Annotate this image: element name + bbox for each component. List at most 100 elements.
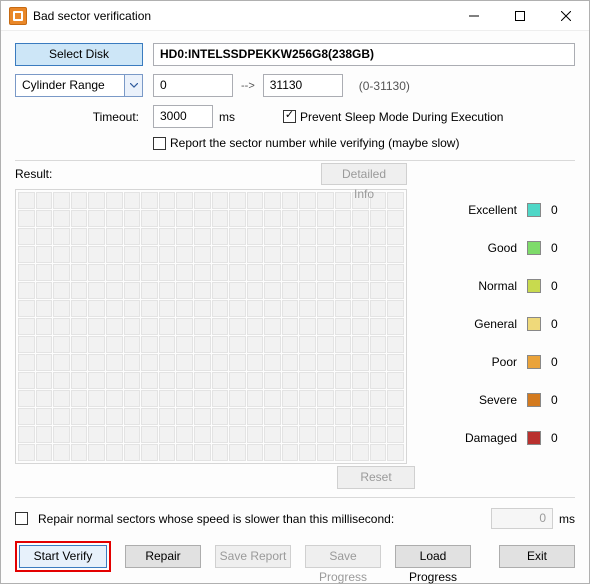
sector-cell bbox=[212, 246, 229, 263]
repair-threshold-unit: ms bbox=[559, 512, 575, 526]
sector-cell bbox=[247, 444, 264, 461]
legend-swatch bbox=[527, 431, 541, 445]
legend-count: 0 bbox=[551, 203, 569, 217]
sector-cell bbox=[335, 426, 352, 443]
legend-label: Normal bbox=[478, 279, 517, 293]
sector-cell bbox=[159, 282, 176, 299]
legend-swatch bbox=[527, 203, 541, 217]
range-from-input[interactable]: 0 bbox=[153, 74, 233, 97]
legend-swatch bbox=[527, 355, 541, 369]
sector-cell bbox=[282, 444, 299, 461]
sector-cell bbox=[387, 228, 404, 245]
start-verify-button[interactable]: Start Verify bbox=[19, 545, 107, 568]
repair-button[interactable]: Repair bbox=[125, 545, 201, 568]
sector-cell bbox=[71, 192, 88, 209]
sector-cell bbox=[141, 390, 158, 407]
maximize-button[interactable] bbox=[497, 1, 543, 31]
sector-cell bbox=[36, 390, 53, 407]
sector-cell bbox=[264, 210, 281, 227]
sector-cell bbox=[212, 354, 229, 371]
repair-threshold-checkbox[interactable] bbox=[15, 512, 28, 525]
load-progress-button[interactable]: Load Progress bbox=[395, 545, 471, 568]
range-mode-label: Cylinder Range bbox=[16, 75, 124, 96]
selected-disk-field[interactable]: HD0:INTELSSDPEKKW256G8(238GB) bbox=[153, 43, 575, 66]
minimize-button[interactable] bbox=[451, 1, 497, 31]
sector-cell bbox=[247, 426, 264, 443]
legend-count: 0 bbox=[551, 241, 569, 255]
sector-cell bbox=[53, 408, 70, 425]
sector-cell bbox=[194, 426, 211, 443]
exit-button[interactable]: Exit bbox=[499, 545, 575, 568]
sector-cell bbox=[36, 426, 53, 443]
sector-cell bbox=[159, 264, 176, 281]
sector-cell bbox=[124, 408, 141, 425]
sector-cell bbox=[282, 300, 299, 317]
sector-cell bbox=[18, 246, 35, 263]
sector-cell bbox=[106, 300, 123, 317]
sector-cell bbox=[264, 282, 281, 299]
sector-cell bbox=[141, 282, 158, 299]
sector-cell bbox=[317, 300, 334, 317]
close-button[interactable] bbox=[543, 1, 589, 31]
sector-cell bbox=[299, 336, 316, 353]
sector-cell bbox=[299, 426, 316, 443]
sector-cell bbox=[387, 300, 404, 317]
sector-cell bbox=[53, 246, 70, 263]
sector-cell bbox=[141, 354, 158, 371]
timeout-row: Timeout: 3000 ms Prevent Sleep Mode Duri… bbox=[15, 105, 575, 128]
sector-cell bbox=[299, 444, 316, 461]
sector-cell bbox=[299, 228, 316, 245]
footer-buttons: Start Verify Repair Save Report Save Pro… bbox=[15, 541, 575, 572]
sector-cell bbox=[299, 246, 316, 263]
sector-cell bbox=[159, 210, 176, 227]
range-to-input[interactable]: 31130 bbox=[263, 74, 343, 97]
select-disk-button[interactable]: Select Disk bbox=[15, 43, 143, 66]
sector-cell bbox=[36, 210, 53, 227]
sector-cell bbox=[176, 192, 193, 209]
legend-label: Poor bbox=[492, 355, 517, 369]
sector-cell bbox=[387, 210, 404, 227]
sector-cell bbox=[88, 318, 105, 335]
sector-cell bbox=[18, 372, 35, 389]
sector-cell bbox=[53, 444, 70, 461]
repair-threshold-label: Repair normal sectors whose speed is slo… bbox=[38, 512, 394, 526]
sector-cell bbox=[335, 390, 352, 407]
sector-cell bbox=[176, 390, 193, 407]
range-row: Cylinder Range 0 --> 31130 (0-31130) bbox=[15, 74, 575, 97]
sector-cell bbox=[141, 426, 158, 443]
range-mode-select[interactable]: Cylinder Range bbox=[15, 74, 143, 97]
sector-cell bbox=[229, 390, 246, 407]
sector-cell bbox=[299, 282, 316, 299]
sector-cell bbox=[176, 246, 193, 263]
sector-cell bbox=[229, 318, 246, 335]
report-sector-checkbox[interactable] bbox=[153, 137, 166, 150]
sector-cell bbox=[159, 318, 176, 335]
sector-cell bbox=[124, 264, 141, 281]
sector-cell bbox=[264, 246, 281, 263]
legend-row: Poor0 bbox=[425, 343, 575, 381]
sector-cell bbox=[212, 318, 229, 335]
prevent-sleep-checkbox[interactable] bbox=[283, 110, 296, 123]
sector-cell bbox=[247, 318, 264, 335]
sector-cell bbox=[387, 264, 404, 281]
timeout-label: Timeout: bbox=[15, 110, 143, 124]
sector-cell bbox=[317, 354, 334, 371]
sector-cell bbox=[88, 390, 105, 407]
sector-cell bbox=[18, 192, 35, 209]
sector-cell bbox=[159, 426, 176, 443]
sector-cell bbox=[229, 246, 246, 263]
sector-cell bbox=[176, 372, 193, 389]
timeout-input[interactable]: 3000 bbox=[153, 105, 213, 128]
sector-cell bbox=[229, 210, 246, 227]
repair-threshold-input: 0 bbox=[491, 508, 553, 529]
result-area: Excellent0Good0Normal0General0Poor0Sever… bbox=[15, 189, 575, 464]
sector-cell bbox=[106, 210, 123, 227]
sector-cell bbox=[299, 354, 316, 371]
sector-cell bbox=[124, 228, 141, 245]
sector-cell bbox=[387, 246, 404, 263]
sector-grid bbox=[15, 189, 407, 464]
sector-cell bbox=[194, 192, 211, 209]
sector-cell bbox=[282, 210, 299, 227]
sector-cell bbox=[212, 300, 229, 317]
sector-cell bbox=[176, 426, 193, 443]
